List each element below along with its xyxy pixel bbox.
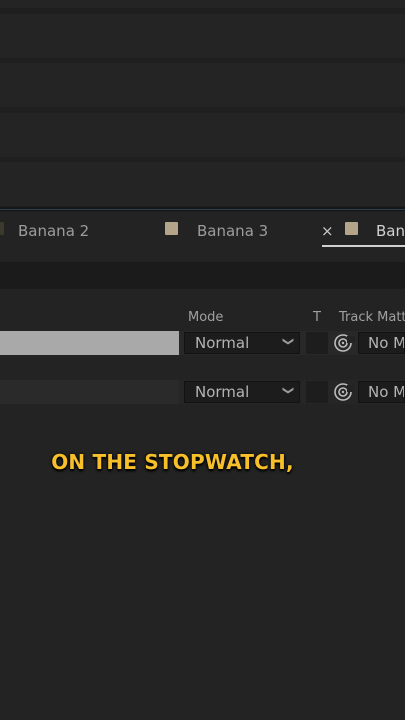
tab-label-swatch [0,222,4,235]
video-caption: ON THE STOPWATCH, [51,450,294,474]
column-header-mode[interactable]: Mode [188,310,223,325]
tab-label-swatch [345,222,358,235]
track-matte-dropdown[interactable]: No M [358,332,405,354]
column-header-t[interactable]: T [313,310,321,325]
tab-banana-active[interactable]: Ban [376,222,405,240]
mode-value: Normal [195,383,250,401]
mode-value: Normal [195,334,250,352]
spiral-icon[interactable] [333,332,355,354]
timeline-row[interactable] [0,14,405,58]
tab-close-icon[interactable]: × [321,222,334,240]
track-matte-dropdown[interactable]: No M [358,381,405,403]
active-tab-indicator [322,245,405,247]
track-matte-value: No M [368,334,405,352]
spiral-icon[interactable] [333,381,355,403]
tab-banana-3[interactable]: Banana 3 [197,222,268,240]
tab-banana-2[interactable]: Banana 2 [18,222,89,240]
layer-name[interactable] [0,380,179,404]
timeline-row[interactable] [0,0,405,8]
chevron-down-icon: ❯ [282,336,296,347]
track-matte-value: No M [368,383,405,401]
tab-label-swatch [165,222,178,235]
mode-dropdown[interactable]: Normal ❯ [184,332,300,354]
timeline-row[interactable] [0,63,405,107]
preserve-transparency-toggle[interactable] [306,332,328,354]
timeline-toolbar [0,262,405,289]
preserve-transparency-toggle[interactable] [306,381,328,403]
panel-divider-highlight [0,209,405,210]
layer-name-selected[interactable] [0,331,179,355]
column-header-track-matte[interactable]: Track Matte [339,310,405,325]
mode-dropdown[interactable]: Normal ❯ [184,381,300,403]
timeline-rows-top [0,0,405,212]
chevron-down-icon: ❯ [282,385,296,396]
timeline-row[interactable] [0,162,405,206]
timeline-row[interactable] [0,113,405,157]
